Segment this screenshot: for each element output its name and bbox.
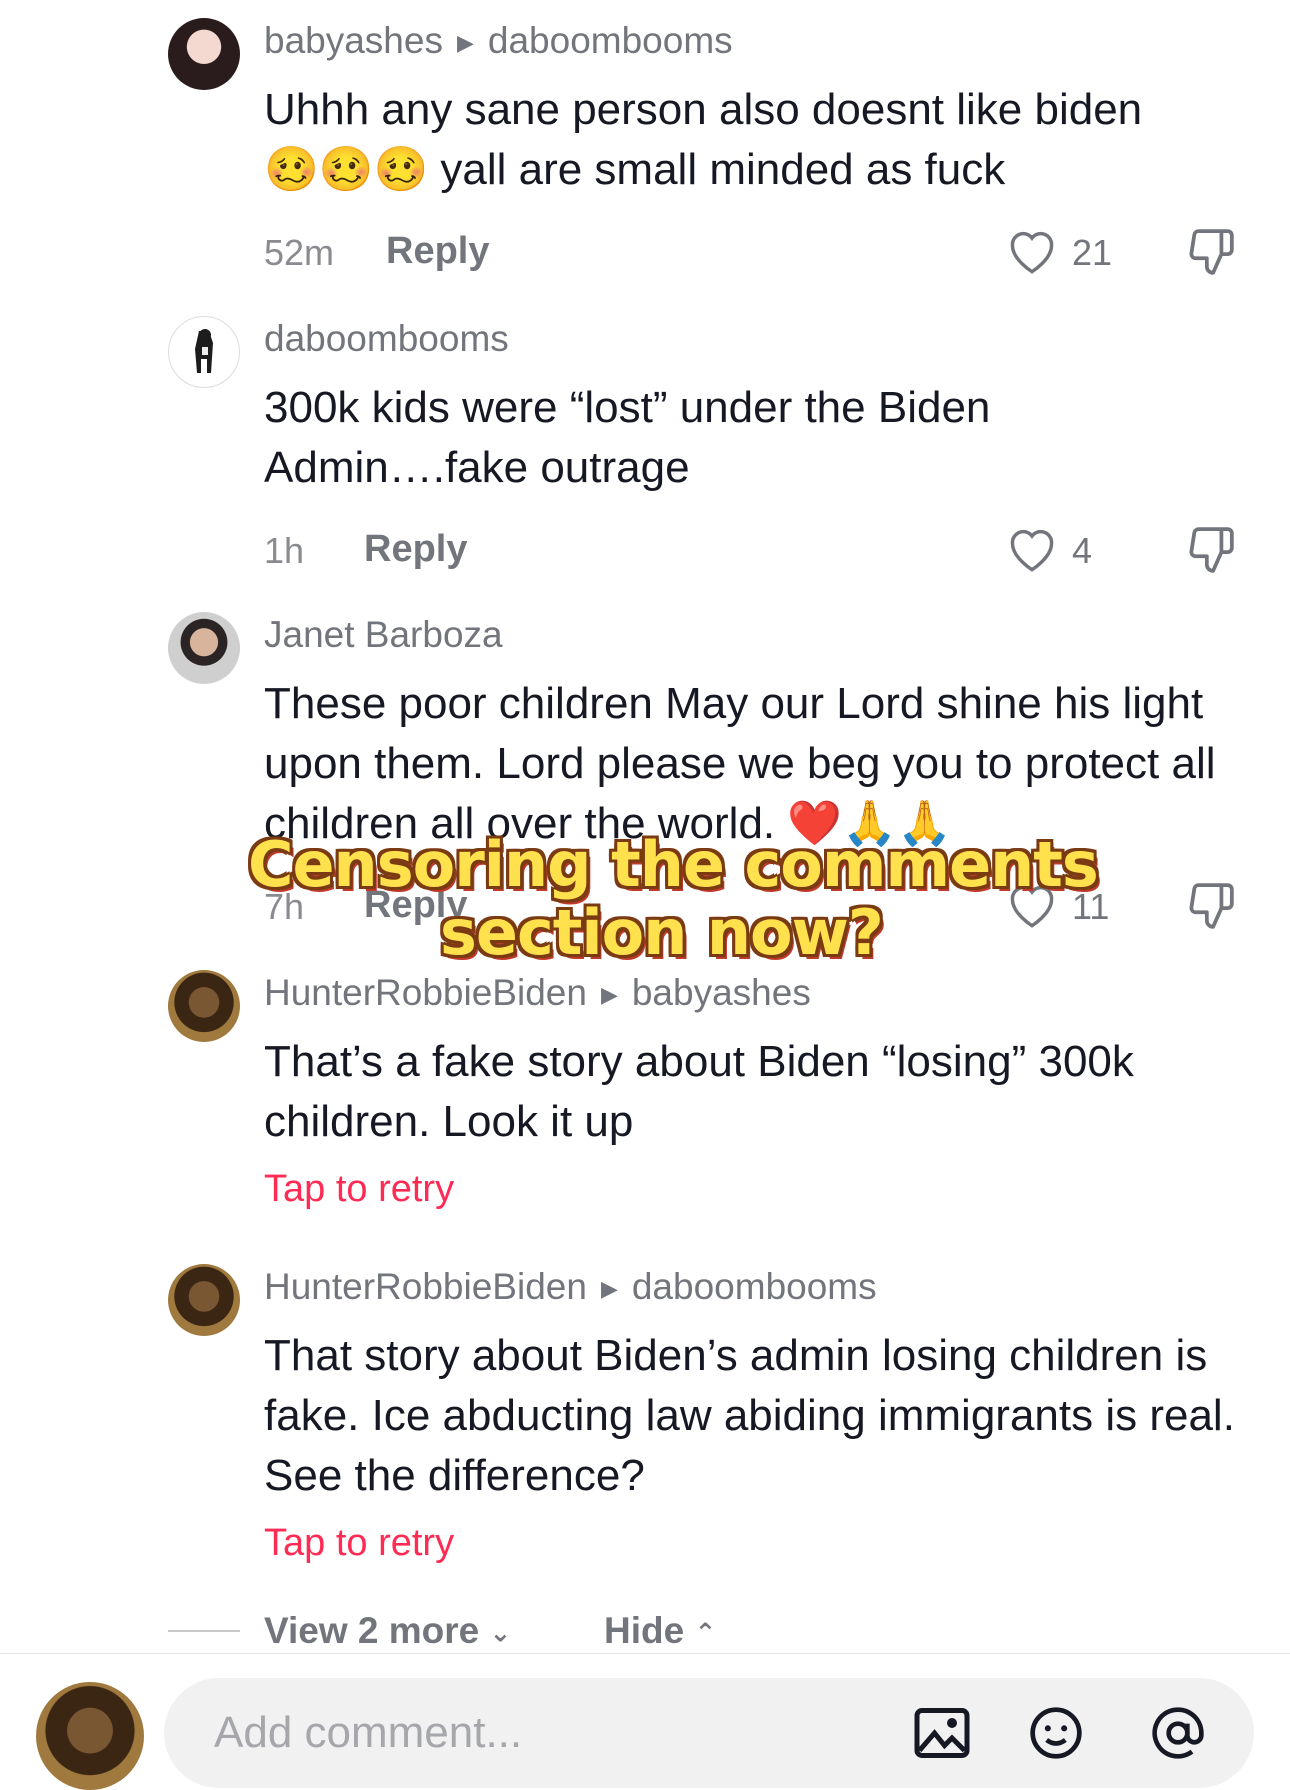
avatar[interactable]	[168, 1264, 240, 1336]
comment-timestamp: 1h	[264, 530, 305, 571]
hide-label[interactable]: Hide	[604, 1610, 684, 1651]
comment-username[interactable]: daboombooms	[264, 318, 509, 360]
avatar[interactable]	[168, 18, 240, 90]
comment-text-content: These poor children May our Lord shine h…	[264, 679, 1216, 848]
username-text[interactable]: HunterRobbieBiden	[264, 1266, 587, 1307]
comment-text: That’s a fake story about Biden “losing”…	[264, 1037, 1134, 1146]
reply-button[interactable]: Reply	[386, 230, 489, 273]
overlay-caption-line2: section now?	[440, 896, 884, 969]
comment-text: 300k kids were “lost” under the Biden Ad…	[264, 383, 991, 492]
like-count: 4	[1072, 530, 1093, 571]
comment-timestamp: 52m	[264, 232, 335, 273]
thread-divider	[168, 1630, 240, 1632]
avatar[interactable]	[168, 612, 240, 684]
view-more-button[interactable]: View 2 more ⌄	[264, 1610, 511, 1652]
like-count: 21	[1072, 232, 1113, 273]
username-text[interactable]: HunterRobbieBiden	[264, 972, 587, 1013]
avatar[interactable]	[168, 970, 240, 1042]
reply-arrow-icon: ▶	[456, 30, 474, 56]
tap-to-retry-link[interactable]: Tap to retry	[264, 1168, 454, 1211]
comment-text: That story about Biden’s admin losing ch…	[264, 1331, 1235, 1500]
emoji-icon[interactable]	[1026, 1705, 1086, 1766]
view-more-label[interactable]: View 2 more	[264, 1610, 479, 1651]
avatar[interactable]	[168, 316, 240, 388]
like-icon[interactable]	[1006, 524, 1058, 577]
my-avatar[interactable]	[36, 1682, 144, 1790]
overlay-caption-line1: Censoring the comments	[248, 828, 1099, 901]
composer-separator	[0, 1653, 1290, 1654]
dislike-icon[interactable]	[1186, 226, 1236, 283]
comment-text-line: yall are small minded as fuck	[440, 145, 1006, 194]
reply-to-username[interactable]: babyashes	[632, 972, 811, 1013]
comment-text: Uhhh any sane person also doesnt like bi…	[264, 80, 1254, 200]
comment-input[interactable]: Add comment...	[164, 1678, 1254, 1788]
tap-to-retry-link[interactable]: Tap to retry	[264, 1522, 454, 1565]
comment-text-line: Uhhh any sane person also doesnt like bi…	[264, 85, 1143, 134]
like-icon[interactable]	[1006, 226, 1058, 279]
dislike-icon[interactable]	[1186, 524, 1236, 581]
comment-username[interactable]: HunterRobbieBiden ▶ babyashes	[264, 972, 811, 1014]
comment-username[interactable]: babyashes ▶ daboombooms	[264, 20, 733, 62]
image-icon[interactable]	[912, 1705, 972, 1766]
chevron-up-icon: ⌃	[694, 1617, 717, 1648]
chevron-down-icon: ⌄	[489, 1617, 512, 1648]
comment-input-placeholder[interactable]: Add comment...	[214, 1708, 522, 1758]
reply-button[interactable]: Reply	[364, 528, 467, 571]
comment-username[interactable]: HunterRobbieBiden ▶ daboombooms	[264, 1266, 877, 1308]
dislike-icon[interactable]	[1186, 880, 1236, 937]
emoji-group: 🥴🥴🥴	[264, 145, 429, 194]
comment-text: These poor children May our Lord shine h…	[264, 674, 1264, 854]
reply-to-username[interactable]: daboombooms	[488, 20, 733, 61]
comment-username[interactable]: Janet Barboza	[264, 614, 503, 656]
mention-icon[interactable]	[1148, 1705, 1208, 1766]
username-text[interactable]: babyashes	[264, 20, 443, 61]
reply-arrow-icon: ▶	[600, 982, 618, 1008]
reply-arrow-icon: ▶	[600, 1276, 618, 1302]
hide-button[interactable]: Hide ⌃	[604, 1610, 716, 1652]
reply-to-username[interactable]: daboombooms	[632, 1266, 877, 1307]
